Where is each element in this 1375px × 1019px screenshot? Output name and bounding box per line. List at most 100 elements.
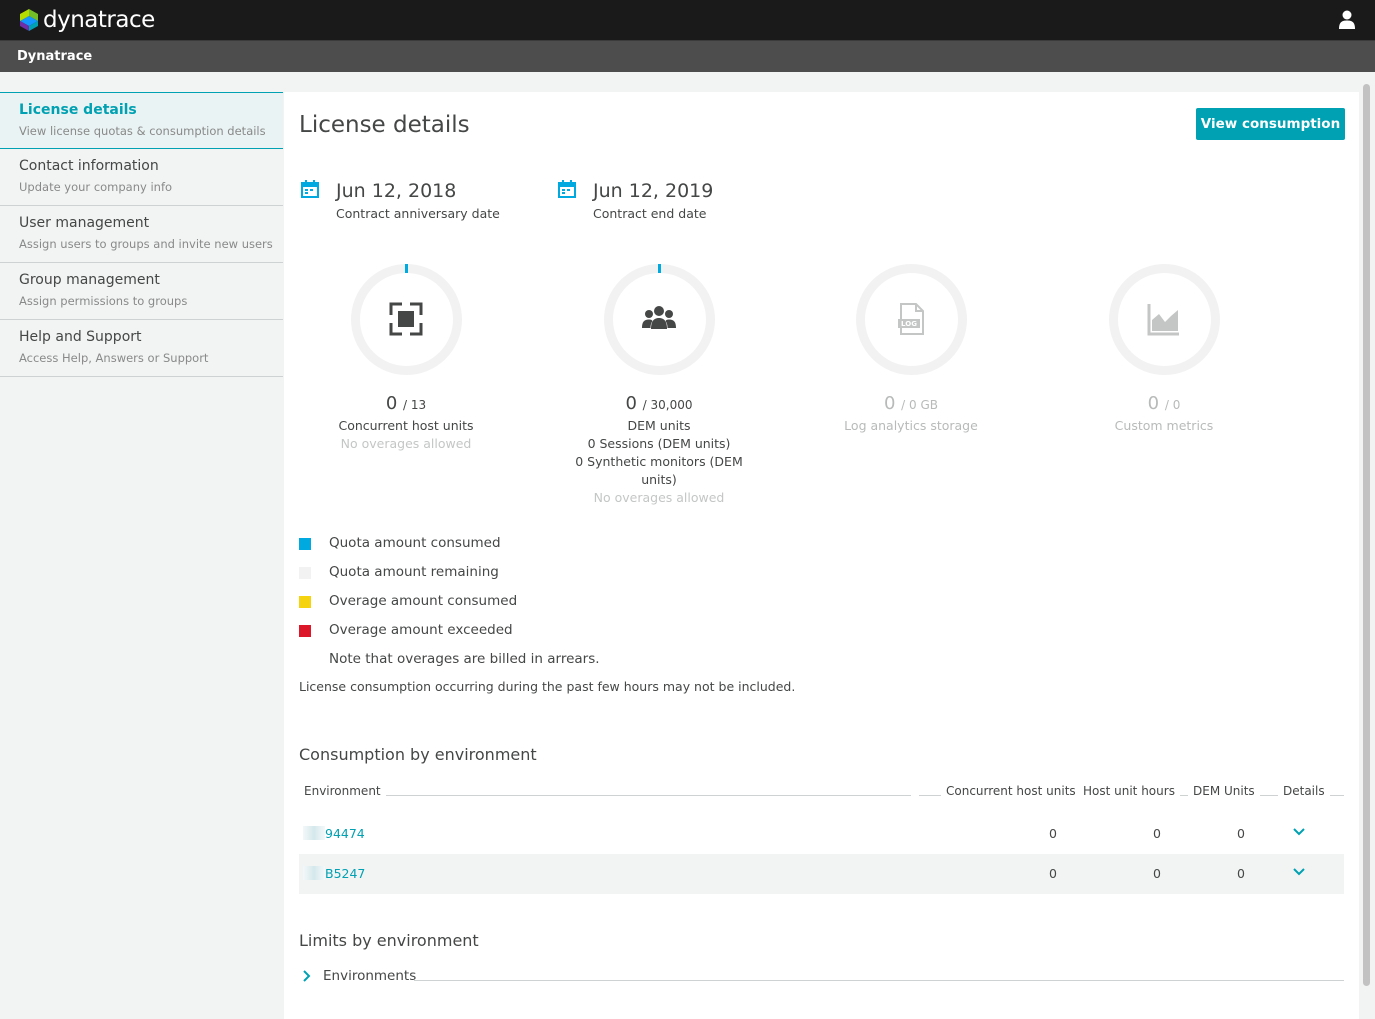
limits-section-title: Limits by environment: [299, 931, 479, 950]
gauge-used: 0: [625, 393, 637, 414]
gauge-label: DEM units: [627, 418, 691, 433]
gauge-values: 0 / 30,000: [569, 393, 749, 414]
cell-host-units: 0: [1049, 826, 1057, 841]
scrollbar-thumb[interactable]: [1363, 84, 1370, 986]
context-bar: Dynatrace: [0, 41, 1375, 72]
date-value: Jun 12, 2019: [593, 180, 714, 202]
gauge-custom-metrics[interactable]: 0 / 0 Custom metrics: [1074, 262, 1254, 435]
environments-expander[interactable]: Environments: [299, 967, 1344, 987]
legend-label: Overage amount consumed: [329, 593, 518, 609]
users-group-icon: [642, 306, 676, 329]
user-icon[interactable]: [1339, 10, 1355, 30]
gauge-capacity: / 0 GB: [901, 398, 939, 412]
column-header-concurrent-host-units[interactable]: Concurrent host units: [941, 784, 1081, 798]
gauge-overage-note: No overages allowed: [593, 490, 725, 505]
gauge-values: 0 / 0: [1074, 393, 1254, 414]
sidebar-item-label: User management: [19, 215, 150, 231]
calendar-icon: [558, 180, 576, 198]
table-row: B5247 0 0 0: [299, 854, 1344, 894]
legend-swatch-overage-exceeded: [299, 625, 311, 637]
table-header: Environment Concurrent host units Host u…: [299, 784, 1344, 806]
sidebar-item-label: Group management: [19, 272, 160, 288]
log-file-icon: LOG: [898, 303, 924, 335]
sidebar-item-user-management[interactable]: User management Assign users to groups a…: [0, 206, 283, 263]
environment-link[interactable]: B5247: [303, 866, 365, 881]
sidebar-item-help-and-support[interactable]: Help and Support Access Help, Answers or…: [0, 320, 283, 377]
gauge-label: Concurrent host units: [338, 418, 474, 433]
cell-host-hours: 0: [1153, 826, 1161, 841]
gauge-capacity: / 13: [403, 398, 427, 412]
cell-host-units: 0: [1049, 866, 1057, 881]
table-row: 94474 0 0 0: [299, 814, 1344, 854]
gauge-host-units[interactable]: 0 / 13 Concurrent host units No overages…: [316, 262, 496, 453]
legend-swatch-consumed: [299, 538, 311, 550]
cell-host-hours: 0: [1153, 866, 1161, 881]
context-title: Dynatrace: [17, 49, 93, 64]
sidebar-item-label: Contact information: [19, 158, 159, 174]
gauge-label: Log analytics storage: [844, 418, 978, 433]
column-header-environment[interactable]: Environment: [299, 784, 386, 798]
top-bar: dynatrace: [0, 0, 1375, 41]
environment-id[interactable]: B5247: [325, 866, 365, 881]
legend-label: Overage amount exceeded: [329, 622, 513, 638]
sidebar-item-description: Assign users to groups and invite new us…: [19, 237, 273, 251]
dynatrace-logo[interactable]: dynatrace: [18, 6, 155, 34]
gauge-label: Custom metrics: [1114, 418, 1214, 433]
gauge-values: 0 / 0 GB: [821, 393, 1001, 414]
svg-text:LOG: LOG: [901, 320, 917, 328]
sidebar-item-description: View license quotas & consumption detail…: [19, 124, 266, 138]
cell-dem-units: 0: [1237, 826, 1245, 841]
sidebar-item-group-management[interactable]: Group management Assign permissions to g…: [0, 263, 283, 320]
date-value: Jun 12, 2018: [336, 180, 457, 202]
chevron-right-icon[interactable]: [301, 969, 313, 983]
sidebar-item-description: Access Help, Answers or Support: [19, 351, 209, 365]
gauge-capacity: / 30,000: [642, 398, 693, 412]
page-title: License details: [299, 112, 470, 138]
header-divider: [299, 795, 911, 796]
sidebar-item-description: Assign permissions to groups: [19, 294, 188, 308]
view-consumption-button[interactable]: View consumption: [1196, 108, 1345, 140]
legend-note: Note that overages are billed in arrears…: [329, 651, 600, 667]
gauge-overage-note: No overages allowed: [340, 436, 472, 451]
gauge-used: 0: [385, 393, 398, 414]
sidebar-item-label: License details: [19, 102, 137, 118]
sidebar-item-license-details[interactable]: License details View license quotas & co…: [0, 92, 283, 149]
brand-name: dynatrace: [43, 7, 155, 33]
calendar-icon: [301, 180, 319, 198]
legend-label: Quota amount consumed: [329, 535, 501, 551]
date-label: Contract anniversary date: [336, 206, 500, 221]
gauge-used: 0: [883, 393, 896, 414]
column-header-host-unit-hours[interactable]: Host unit hours: [1078, 784, 1180, 798]
legend-swatch-remaining: [299, 567, 311, 579]
date-label: Contract end date: [593, 206, 707, 221]
divider: [414, 980, 1344, 981]
gauge-synthetic-monitors: 0 Synthetic monitors (DEM units): [575, 454, 743, 487]
chevron-down-icon[interactable]: [1292, 865, 1306, 879]
redacted-prefix: [303, 866, 325, 880]
sidebar-item-label: Help and Support: [19, 329, 142, 345]
gauge-capacity: / 0: [1164, 398, 1181, 412]
gauge-sessions: 0 Sessions (DEM units): [587, 436, 731, 451]
chevron-down-icon[interactable]: [1292, 825, 1306, 839]
scrollbar[interactable]: [1359, 72, 1375, 1019]
gauge-used: 0: [1147, 393, 1160, 414]
consumption-table: Environment Concurrent host units Host u…: [299, 784, 1344, 894]
column-header-dem-units[interactable]: DEM Units: [1188, 784, 1260, 798]
gauge-dem-units[interactable]: 0 / 30,000 DEM units 0 Sessions (DEM uni…: [569, 262, 749, 507]
environment-link[interactable]: 94474: [303, 826, 365, 841]
legend-swatch-overage-consumed: [299, 596, 311, 608]
legend-label: Quota amount remaining: [329, 564, 499, 580]
column-header-details: Details: [1278, 784, 1330, 798]
main-panel: License details View consumption Jun 12,…: [284, 92, 1359, 1019]
cell-dem-units: 0: [1237, 866, 1245, 881]
sidebar-item-contact-information[interactable]: Contact information Update your company …: [0, 149, 283, 206]
sidebar: License details View license quotas & co…: [0, 92, 283, 377]
area-chart-icon: [1147, 304, 1179, 336]
consumption-note: License consumption occurring during the…: [299, 679, 796, 694]
redacted-prefix: [303, 826, 325, 840]
host-units-icon: [389, 302, 423, 336]
environment-id[interactable]: 94474: [325, 826, 365, 841]
gauge-values: 0 / 13: [316, 393, 496, 414]
environments-label[interactable]: Environments: [323, 968, 416, 984]
gauge-log-analytics[interactable]: LOG 0 / 0 GB Log analytics storage: [821, 262, 1001, 435]
